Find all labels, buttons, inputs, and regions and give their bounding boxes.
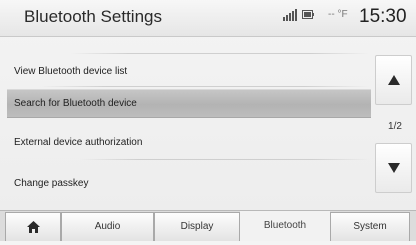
menu-item-view-device-list[interactable]: View Bluetooth device list — [7, 58, 371, 86]
tab-home[interactable] — [5, 212, 61, 241]
tab-bar: Audio Display Bluetooth System — [0, 210, 416, 241]
scroll-up-button[interactable] — [375, 55, 412, 105]
page-indicator: 1/2 — [388, 121, 402, 132]
menu-item-change-passkey[interactable]: Change passkey — [7, 170, 371, 198]
divider — [80, 159, 370, 160]
divider — [40, 86, 370, 87]
tab-bluetooth[interactable]: Bluetooth — [240, 211, 330, 241]
bluetooth-menu-list: View Bluetooth device list Search for Bl… — [0, 36, 372, 206]
menu-item-external-authorization[interactable]: External device authorization — [7, 129, 371, 157]
menu-item-label: Search for Bluetooth device — [14, 98, 137, 109]
clock: 15:30 — [359, 6, 407, 27]
status-header: Bluetooth Settings -- °F 15:30 — [0, 0, 416, 37]
tab-label: Display — [180, 221, 214, 232]
tab-display[interactable]: Display — [154, 212, 240, 241]
scroll-down-button[interactable] — [375, 143, 412, 193]
tab-label: System — [353, 221, 387, 232]
menu-item-label: Change passkey — [14, 178, 89, 189]
home-icon — [26, 221, 40, 233]
signal-bars-icon — [283, 9, 297, 21]
menu-item-label: View Bluetooth device list — [14, 66, 128, 77]
tab-audio[interactable]: Audio — [61, 212, 154, 241]
menu-item-label: External device authorization — [14, 137, 143, 148]
menu-item-search-device[interactable]: Search for Bluetooth device — [7, 89, 371, 118]
triangle-up-icon — [387, 75, 400, 85]
temperature-readout: -- °F — [328, 9, 348, 20]
divider — [70, 53, 370, 54]
tab-label: Bluetooth — [263, 220, 307, 231]
phone-battery-icon — [302, 10, 314, 19]
triangle-down-icon — [387, 163, 400, 173]
page-title: Bluetooth Settings — [24, 7, 162, 26]
tab-system[interactable]: System — [330, 212, 410, 241]
tab-label: Audio — [94, 221, 121, 232]
